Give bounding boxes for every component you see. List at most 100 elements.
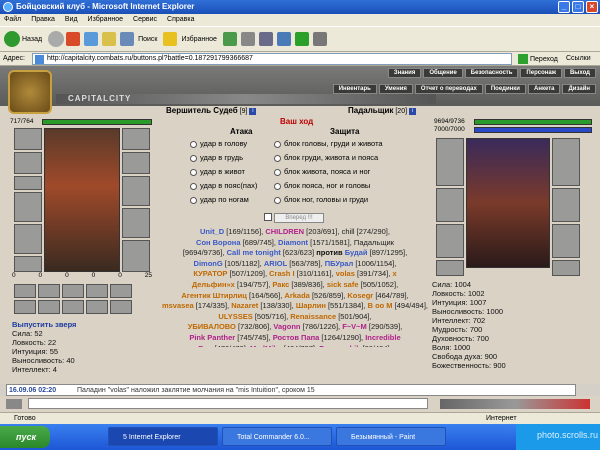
fighter-name-link[interactable]: х: [392, 269, 396, 278]
nav-character[interactable]: Персонаж: [520, 68, 562, 78]
back-button[interactable]: Назад: [4, 31, 42, 47]
edit-button[interactable]: [276, 32, 291, 46]
radio-button[interactable]: [274, 168, 281, 176]
boots-slot[interactable]: [122, 240, 150, 272]
earrings-slot[interactable]: [14, 152, 42, 174]
helmet-slot[interactable]: [14, 128, 42, 150]
menu-tools[interactable]: Сервис: [133, 14, 157, 26]
spell-slot-7[interactable]: [38, 300, 60, 314]
fighter-name-link[interactable]: Kosegr: [347, 291, 373, 300]
opp-slot-1[interactable]: [436, 138, 464, 186]
address-input[interactable]: http://capitalcity.combats.ru/buttons.pl…: [32, 53, 512, 65]
attack-option-chest[interactable]: удар в грудь: [190, 153, 243, 162]
spell-slot-3[interactable]: [62, 284, 84, 298]
fighter-name-link[interactable]: Vagonn: [273, 322, 300, 331]
defense-option-2[interactable]: блок груди, живота и пояса: [274, 153, 378, 162]
task-paint[interactable]: Безымянный - Paint: [336, 427, 446, 446]
fighter-name-link[interactable]: Дельфин»х: [192, 280, 235, 289]
radio-button[interactable]: [190, 154, 197, 162]
opp-slot-7[interactable]: [436, 260, 464, 276]
radio-button[interactable]: [274, 196, 281, 204]
fighter-name-link[interactable]: CHILDREN: [265, 227, 304, 236]
nav-chat[interactable]: Общение: [423, 68, 463, 78]
spell-slot-5[interactable]: [110, 284, 132, 298]
start-button[interactable]: пуск: [0, 426, 50, 448]
gloves-slot[interactable]: [122, 128, 150, 150]
armor-slot[interactable]: [14, 224, 42, 254]
attack-option-legs[interactable]: удар по ногам: [190, 195, 249, 204]
opp-slot-2[interactable]: [436, 188, 464, 222]
fighter-name-link[interactable]: Crash I: [269, 269, 294, 278]
defense-option-1[interactable]: блок головы, груди и живота: [274, 139, 383, 148]
stop-button[interactable]: [66, 32, 81, 46]
mail-button[interactable]: [240, 32, 255, 46]
fighter-name-link[interactable]: Ростов Папа: [273, 333, 320, 342]
chat-input[interactable]: [28, 398, 428, 409]
defense-option-3[interactable]: блок живота, пояса и ног: [274, 167, 370, 176]
player-avatar[interactable]: [44, 128, 120, 272]
fighter-name-link[interactable]: УБИВАЛОВО: [188, 322, 236, 331]
nav-battles[interactable]: Поединки: [484, 84, 526, 94]
fighter-name-link[interactable]: Агентик Штирлиц: [181, 291, 247, 300]
forward-button[interactable]: [48, 31, 65, 47]
radio-button[interactable]: [274, 182, 281, 190]
menu-file[interactable]: Файл: [4, 14, 21, 26]
bracers-slot[interactable]: [122, 152, 150, 174]
fighter-name-link[interactable]: Сон Ворона: [196, 238, 240, 247]
menu-help[interactable]: Справка: [167, 14, 194, 26]
radio-button[interactable]: [274, 140, 281, 148]
messenger-button[interactable]: [294, 32, 309, 46]
shield-slot[interactable]: [122, 176, 150, 206]
fighter-name-link[interactable]: Diamont: [278, 238, 308, 247]
fighter-name-link[interactable]: КУРАТОР: [193, 269, 227, 278]
defense-option-4[interactable]: блок пояса, ног и головы: [274, 181, 370, 190]
history-button[interactable]: [222, 32, 237, 46]
fighter-name-link[interactable]: Dragonchik: [319, 344, 360, 347]
refresh-button[interactable]: [84, 32, 99, 46]
nav-exit[interactable]: Выход: [563, 68, 596, 78]
menu-edit[interactable]: Правка: [31, 14, 55, 26]
maximize-button[interactable]: □: [572, 1, 584, 13]
fighter-name-link[interactable]: Nazaret: [231, 301, 258, 310]
radio-button[interactable]: [274, 154, 281, 162]
fighter-name-link[interactable]: msvasea: [162, 301, 194, 310]
fighter-name-link[interactable]: ПБУрал: [325, 259, 354, 268]
chat-icon[interactable]: [6, 399, 22, 409]
fighter-name-link[interactable]: ARIOL: [264, 259, 287, 268]
spell-slot-9[interactable]: [86, 300, 108, 314]
opp-slot-5[interactable]: [552, 188, 580, 222]
opp-slot-8[interactable]: [552, 260, 580, 276]
weapon-slot[interactable]: [14, 192, 42, 222]
nav-security[interactable]: Безопасность: [464, 68, 519, 78]
nav-inventory[interactable]: Инвентарь: [332, 84, 377, 94]
attack-option-head[interactable]: удар в голову: [190, 139, 247, 148]
spell-slot-1[interactable]: [14, 284, 36, 298]
search-button[interactable]: Поиск: [120, 32, 157, 46]
opp-slot-3[interactable]: [436, 224, 464, 258]
print-button[interactable]: [258, 32, 273, 46]
fighter-name-link[interactable]: DimonG: [194, 259, 223, 268]
nav-knowledge[interactable]: Знания: [387, 68, 422, 78]
radio-button[interactable]: [190, 168, 197, 176]
fighter-name-link[interactable]: Pink Panther: [189, 333, 235, 342]
autoturn-checkbox[interactable]: [264, 213, 272, 221]
task-total-commander[interactable]: Total Commander 6.0...: [222, 427, 332, 446]
fighter-name-link[interactable]: Call me tonight: [227, 248, 281, 257]
fighter-name-link[interactable]: Arkada: [284, 291, 309, 300]
spell-slot-4[interactable]: [86, 284, 108, 298]
fighter-name-link[interactable]: MadMike: [250, 344, 282, 347]
attack-option-groin[interactable]: удар в пояс(пах): [190, 181, 257, 190]
info-icon[interactable]: i: [249, 107, 257, 115]
home-button[interactable]: [102, 32, 117, 46]
minimize-button[interactable]: _: [558, 1, 570, 13]
spell-slot-10[interactable]: [110, 300, 132, 314]
fighter-name-link[interactable]: Boy: [198, 344, 212, 347]
fighter-name-link[interactable]: Будай: [343, 248, 368, 257]
fighter-name-link[interactable]: Renaissance: [290, 312, 336, 321]
spell-slot-6[interactable]: [14, 300, 36, 314]
favorites-button[interactable]: Избранное: [163, 32, 217, 46]
fighter-name-link[interactable]: Unit_D: [200, 227, 224, 236]
info-icon[interactable]: i: [409, 107, 416, 115]
nav-design[interactable]: Дизайн: [562, 84, 596, 94]
attack-option-stomach[interactable]: удар в живот: [190, 167, 245, 176]
